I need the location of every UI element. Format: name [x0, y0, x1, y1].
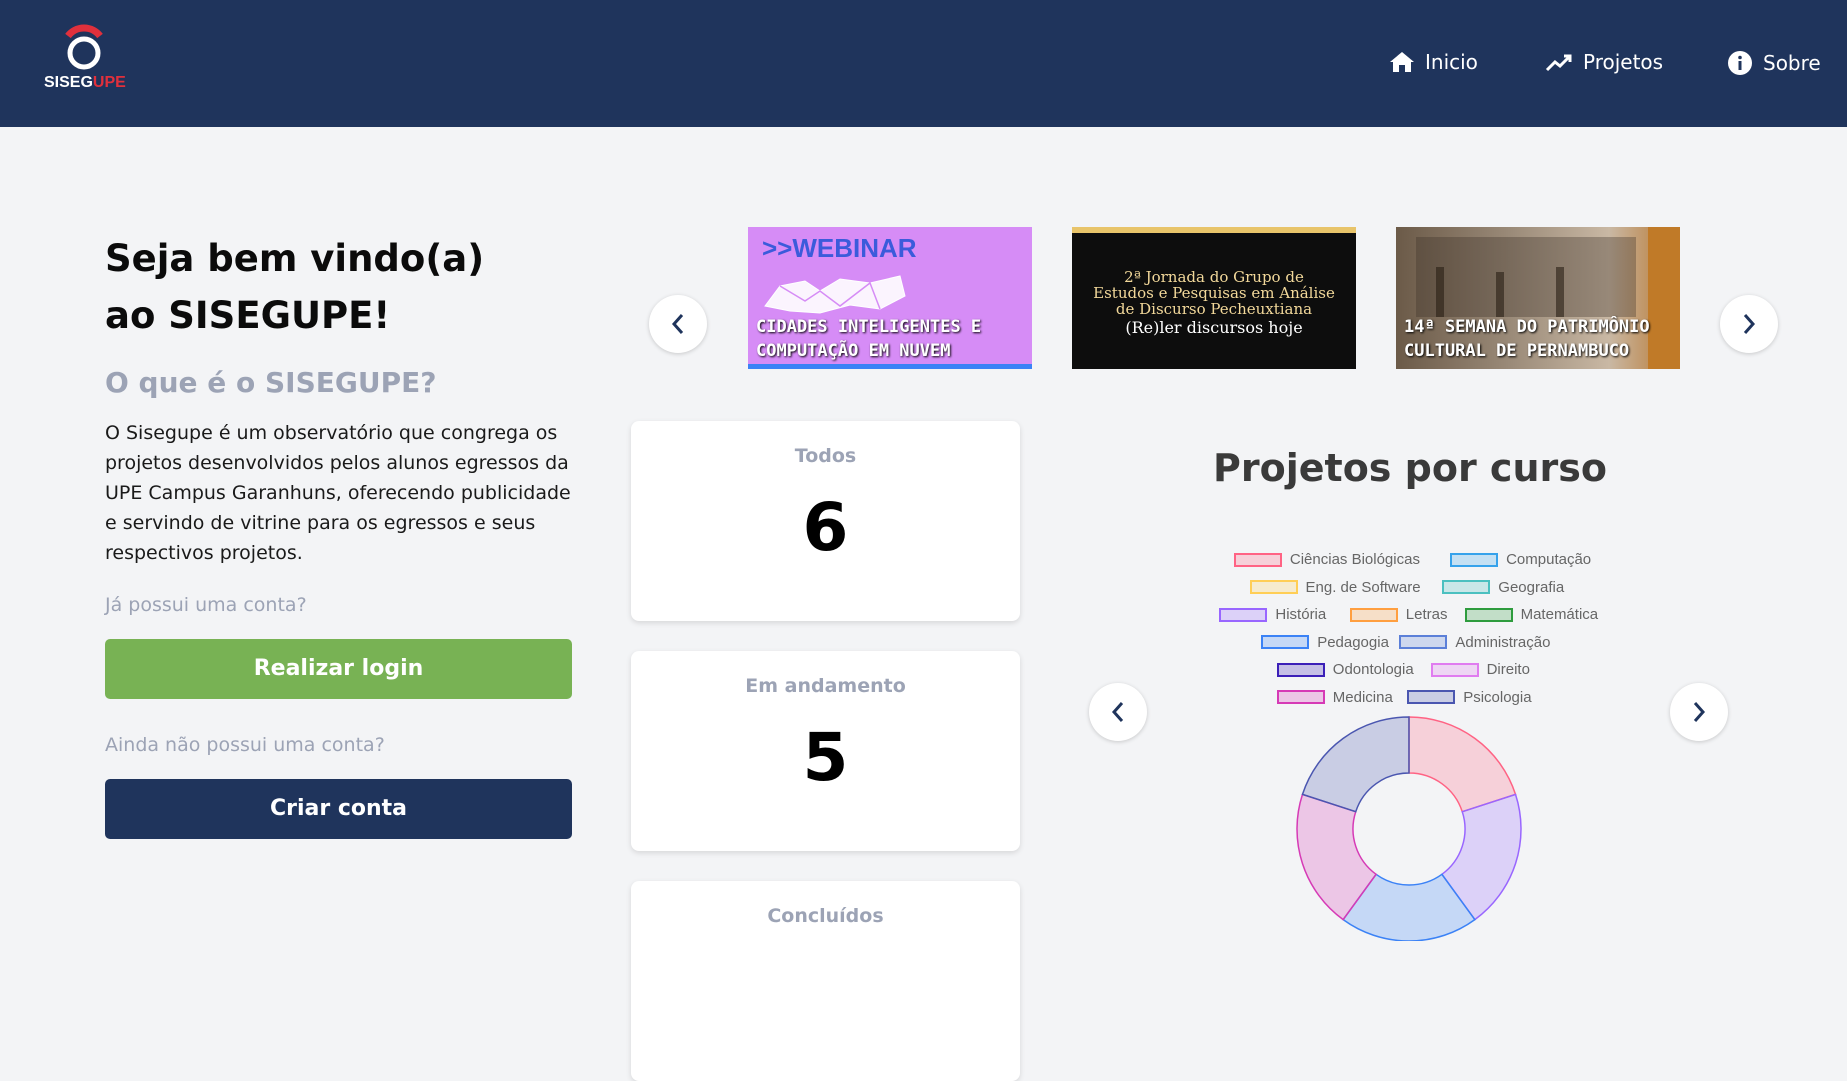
login-button[interactable]: Realizar login	[105, 639, 572, 699]
legend-item[interactable]: Geografia	[1442, 579, 1564, 596]
legend-label: Administração	[1455, 633, 1551, 651]
donut-slice[interactable]	[1342, 873, 1476, 941]
sisegupe-logo[interactable]: SISEGUPE	[44, 22, 126, 100]
carousel-prev-button[interactable]	[649, 295, 707, 353]
donut-slice[interactable]	[1301, 716, 1410, 813]
banner-webinar-underline	[748, 364, 1032, 369]
chevron-right-icon	[1693, 702, 1706, 722]
trending-icon	[1545, 54, 1572, 72]
logo-text-main: SISEG	[44, 74, 93, 91]
legend-label: Pedagogia	[1317, 633, 1389, 651]
legend-swatch	[1261, 635, 1310, 649]
banner-patrimonio-line1: 14ª SEMANA DO PATRIMÔNIO	[1404, 317, 1650, 337]
has-account-text: Já possui uma conta?	[105, 594, 307, 616]
stat-todos-label: Todos	[794, 445, 857, 467]
description-text: O Sisegupe é um observatório que congreg…	[105, 422, 571, 564]
legend-label: História	[1275, 606, 1327, 623]
chevron-left-icon	[671, 314, 684, 334]
nav-sobre[interactable]: Sobre	[1727, 50, 1821, 76]
legend-swatch	[1464, 607, 1513, 622]
legend-label: Geografia	[1498, 578, 1565, 596]
banner-jornada-line2: Estudos e Pesquisas em Análise	[1093, 284, 1335, 302]
legend-label: Letras	[1405, 606, 1448, 623]
stat-card-em-andamento[interactable]: Em andamento 5	[631, 651, 1020, 851]
legend-label: Odontologia	[1332, 661, 1414, 678]
top-navbar: SISEGUPE Inicio Projetos Sobre	[0, 0, 1847, 127]
legend-swatch	[1276, 690, 1325, 704]
legend-swatch	[1450, 552, 1499, 567]
stat-todos-value: 6	[802, 489, 849, 566]
legend-item[interactable]: Pedagogia	[1261, 634, 1389, 651]
legend-item[interactable]: Medicina	[1276, 688, 1393, 706]
banner-jornada-text: 2ª Jornada do Grupo de Estudos e Pesquis…	[1072, 269, 1356, 336]
legend-swatch	[1276, 662, 1325, 677]
legend-swatch	[1219, 607, 1268, 622]
legend-item[interactable]: Eng. de Software	[1249, 578, 1421, 596]
legend-item[interactable]: História	[1219, 606, 1326, 623]
create-account-button[interactable]: Criar conta	[105, 779, 572, 839]
nav-inicio[interactable]: Inicio	[1389, 50, 1478, 74]
stat-concluidos-label: Concluídos	[767, 905, 884, 927]
chart-title: Projetos por curso	[1213, 446, 1607, 490]
banner-patrimonio-line2: CULTURAL DE PERNAMBUCO	[1404, 341, 1630, 361]
legend-item[interactable]: Psicologia	[1407, 688, 1532, 706]
banner-webinar-line2: COMPUTAÇÃO EM NUVEM	[756, 341, 951, 361]
stat-card-concluidos[interactable]: Concluídos	[631, 881, 1020, 1081]
legend-label: Psicologia	[1463, 688, 1532, 706]
chevron-right-icon	[1743, 314, 1756, 334]
legend-item[interactable]: Ciências Biológicas	[1233, 551, 1420, 568]
banner-webinar[interactable]: >>WEBINAR CIDADES INTELIGENTES E COMPUTA…	[748, 227, 1032, 369]
legend-label: Computação	[1506, 551, 1592, 568]
legend-item[interactable]: Computação	[1450, 551, 1591, 568]
banner-patrimonio[interactable]: 14ª SEMANA DO PATRIMÔNIO CULTURAL DE PER…	[1396, 227, 1680, 369]
stat-andamento-value: 5	[802, 719, 849, 796]
legend-swatch	[1349, 607, 1398, 622]
banner-webinar-tag: >>WEBINAR	[762, 233, 917, 263]
donut-slice[interactable]	[1408, 716, 1517, 813]
banner-jornada-line1: 2ª Jornada do Grupo de	[1124, 268, 1304, 286]
nav-sobre-label: Sobre	[1763, 51, 1821, 75]
legend-swatch	[1399, 635, 1448, 649]
stat-andamento-label: Em andamento	[745, 675, 906, 697]
legend-swatch	[1442, 580, 1491, 594]
donut-slice[interactable]	[1296, 793, 1378, 921]
chart-next-button[interactable]	[1670, 683, 1728, 741]
legend-swatch	[1407, 690, 1456, 704]
carousel-next-button[interactable]	[1720, 295, 1778, 353]
home-icon	[1390, 52, 1414, 72]
legend-swatch	[1249, 580, 1298, 594]
banner-webinar-line1: CIDADES INTELIGENTES E	[756, 317, 982, 337]
logo-text-accent: UPE	[92, 74, 126, 91]
nav-inicio-label: Inicio	[1425, 50, 1478, 74]
stat-card-todos[interactable]: Todos 6	[631, 421, 1020, 621]
logo-text: SISEGUPE	[44, 74, 126, 92]
legend-swatch	[1430, 662, 1479, 677]
banner-jornada-topbar	[1072, 227, 1356, 233]
legend-label: Eng. de Software	[1305, 578, 1421, 596]
legend-label: Medicina	[1332, 688, 1393, 706]
chart-prev-button[interactable]	[1089, 683, 1147, 741]
legend-swatch	[1233, 552, 1282, 567]
legend-item[interactable]: Odontologia	[1276, 661, 1414, 678]
nav-projetos[interactable]: Projetos	[1545, 50, 1663, 74]
welcome-heading: Seja bem vindo(a) ao SISEGUPE!	[105, 237, 485, 337]
brazil-map-icon	[764, 275, 906, 314]
banner-jornada[interactable]: 2ª Jornada do Grupo de Estudos e Pesquis…	[1072, 227, 1356, 369]
what-is-heading: O que é o SISEGUPE?	[105, 366, 437, 399]
info-icon	[1728, 51, 1752, 75]
chevron-left-icon	[1111, 702, 1124, 722]
no-account-text: Ainda não possui uma conta?	[105, 734, 385, 756]
banner-jornada-line3: de Discurso Pecheuxtiana	[1115, 300, 1313, 318]
banner-jornada-line4: (Re)ler discursos hoje	[1125, 318, 1303, 337]
logo-ring-icon	[65, 24, 103, 70]
legend-item[interactable]: Direito	[1430, 661, 1530, 678]
legend-label: Ciências Biológicas	[1289, 551, 1420, 568]
legend-item[interactable]: Matemática	[1464, 606, 1599, 623]
nav-projetos-label: Projetos	[1583, 50, 1664, 74]
legend-item[interactable]: Administração	[1399, 634, 1550, 651]
legend-item[interactable]: Letras	[1349, 606, 1448, 623]
donut-slice[interactable]	[1440, 793, 1522, 921]
legend-label: Direito	[1486, 661, 1530, 678]
legend-label: Matemática	[1520, 606, 1599, 623]
